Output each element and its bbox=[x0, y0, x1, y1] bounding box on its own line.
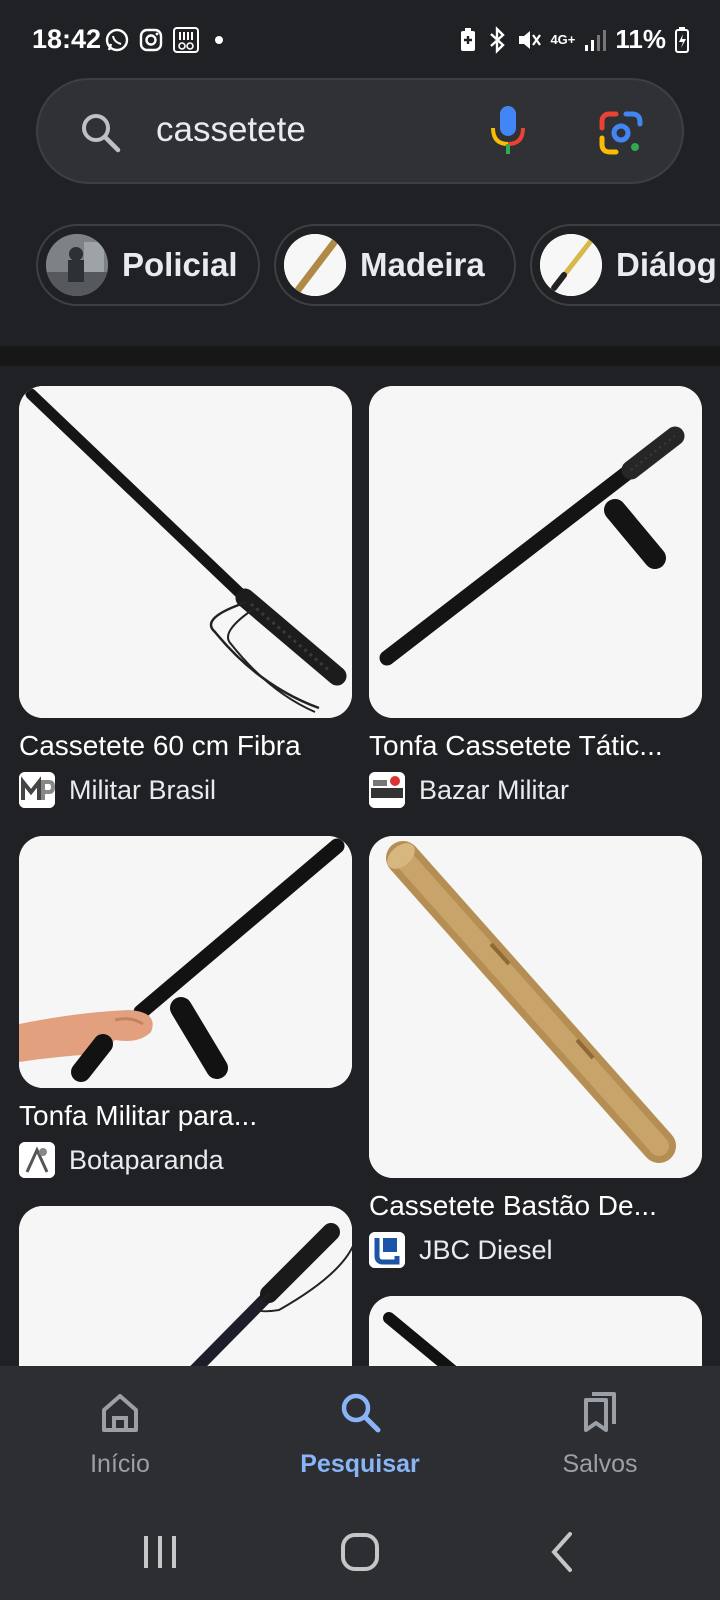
home-icon bbox=[102, 1394, 138, 1432]
status-bar: 18:42 4G+ 11% bbox=[0, 0, 720, 80]
result-image[interactable] bbox=[19, 1206, 352, 1366]
search-query[interactable]: cassetete bbox=[156, 110, 306, 150]
nav-label: Pesquisar bbox=[300, 1450, 420, 1478]
nav-item-pesquisar[interactable]: Pesquisar bbox=[260, 1388, 460, 1479]
result-image[interactable] bbox=[369, 386, 702, 718]
result-card[interactable]: Cassetete 60 cm Fibra Militar Brasil bbox=[19, 386, 352, 808]
network-icon: 4G+ bbox=[550, 32, 576, 47]
source-favicon-icon bbox=[369, 1232, 405, 1268]
chip-policial[interactable]: Policial bbox=[36, 224, 260, 306]
result-source[interactable]: Botaparanda bbox=[19, 1142, 352, 1178]
source-favicon-icon bbox=[19, 772, 55, 808]
battery-percentage: 11% bbox=[615, 24, 666, 54]
bottom-navigation: Início Pesquisar Salvos bbox=[0, 1366, 720, 1502]
status-system-icons: 4G+ 11% bbox=[458, 24, 690, 55]
result-title[interactable]: Cassetete Bastão De... bbox=[369, 1190, 702, 1222]
search-icon bbox=[341, 1393, 381, 1433]
source-name: JBC Diesel bbox=[419, 1234, 553, 1265]
chip-label: Diálog bbox=[616, 246, 717, 283]
status-time: 18:42 bbox=[32, 24, 102, 54]
signal-icon bbox=[585, 29, 607, 51]
mute-icon bbox=[519, 30, 542, 49]
source-favicon-icon bbox=[369, 772, 405, 808]
result-image[interactable] bbox=[19, 386, 352, 718]
system-navigation bbox=[0, 1502, 720, 1600]
chip-thumbnail bbox=[540, 234, 602, 296]
result-title[interactable]: Tonfa Cassetete Tátic... bbox=[369, 730, 702, 762]
result-image[interactable] bbox=[369, 836, 702, 1178]
search-icon[interactable] bbox=[78, 110, 122, 154]
result-source[interactable]: Bazar Militar bbox=[369, 772, 702, 808]
result-card[interactable]: Tonfa Cassetete Tátic... Bazar Militar bbox=[369, 386, 702, 808]
chip-label: Madeira bbox=[360, 246, 485, 283]
source-name: Militar Brasil bbox=[69, 774, 217, 805]
result-card[interactable] bbox=[19, 1206, 352, 1366]
search-bar[interactable]: cassetete bbox=[36, 78, 684, 184]
nav-label: Salvos bbox=[562, 1450, 638, 1478]
battery-saver-icon bbox=[461, 27, 476, 51]
notification-dot-icon bbox=[215, 36, 223, 44]
chip-dialogo[interactable]: Diálog bbox=[530, 224, 720, 306]
result-source[interactable]: Militar Brasil bbox=[19, 772, 352, 808]
result-title[interactable]: Cassetete 60 cm Fibra bbox=[19, 730, 352, 762]
result-image[interactable] bbox=[19, 836, 352, 1088]
nav-label: Início bbox=[90, 1450, 150, 1478]
image-results: Cassetete 60 cm Fibra Militar Brasil Ton… bbox=[0, 366, 720, 1366]
lens-icon[interactable] bbox=[598, 110, 644, 156]
recents-icon[interactable] bbox=[136, 1528, 184, 1576]
nav-item-inicio[interactable]: Início bbox=[20, 1388, 220, 1479]
home-icon[interactable] bbox=[336, 1528, 384, 1576]
result-image[interactable] bbox=[369, 1296, 702, 1366]
result-card[interactable]: Cassetete Bastão De... JBC Diesel bbox=[369, 836, 702, 1268]
nav-item-salvos[interactable]: Salvos bbox=[500, 1388, 700, 1479]
chip-thumbnail bbox=[284, 234, 346, 296]
result-card[interactable] bbox=[369, 1296, 702, 1366]
bluetooth-icon bbox=[490, 25, 506, 54]
mic-icon[interactable] bbox=[488, 104, 528, 156]
instagram-icon bbox=[139, 28, 163, 52]
chip-thumbnail bbox=[46, 234, 108, 296]
equalizer-app-icon bbox=[173, 27, 199, 53]
chip-label: Policial bbox=[122, 246, 238, 283]
bookmarks-icon bbox=[584, 1392, 616, 1432]
source-name: Botaparanda bbox=[69, 1144, 224, 1175]
status-notification-icons bbox=[104, 26, 230, 54]
source-favicon-icon bbox=[19, 1142, 55, 1178]
result-source[interactable]: JBC Diesel bbox=[369, 1232, 702, 1268]
section-divider bbox=[0, 346, 720, 366]
source-name: Bazar Militar bbox=[419, 774, 570, 805]
result-card[interactable]: Tonfa Militar para... Botaparanda bbox=[19, 836, 352, 1178]
battery-charging-icon bbox=[675, 26, 689, 53]
result-title[interactable]: Tonfa Militar para... bbox=[19, 1100, 352, 1132]
back-icon[interactable] bbox=[540, 1528, 588, 1576]
filter-chips: Policial Madeira Diálog bbox=[36, 224, 720, 308]
chip-madeira[interactable]: Madeira bbox=[274, 224, 516, 306]
whatsapp-icon bbox=[105, 28, 129, 52]
